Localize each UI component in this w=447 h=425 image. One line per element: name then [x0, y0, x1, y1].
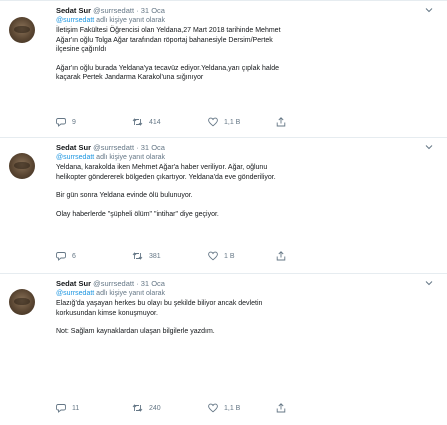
tweet-actions: 11 240 1,1 B	[56, 402, 296, 414]
tweet-actions: 6 381 1 B	[56, 250, 296, 262]
reply-count: 9	[72, 118, 76, 126]
share-button[interactable]	[276, 116, 286, 128]
tweet-text-line: korkusundan kimse konuşmuyor.	[56, 309, 158, 317]
tweet-text-line: Yeldana, karakolda iken Mehmet Ağar'a ha…	[56, 164, 268, 171]
tweet[interactable]: Sedat Sur @surrsedatt · 31 Oca @surrseda…	[0, 0, 447, 138]
reply-button[interactable]: 6	[56, 250, 76, 262]
tweet-content: Sedat Sur @surrsedatt · 31 Oca @surrseda…	[56, 5, 435, 83]
reply-count: 6	[72, 252, 76, 260]
heart-icon	[208, 403, 218, 413]
author-name[interactable]: Sedat Sur	[56, 6, 91, 15]
like-count: 1 B	[224, 252, 235, 260]
tweet-content: Sedat Sur @surrsedatt · 31 Oca @surrseda…	[56, 278, 435, 337]
author-name[interactable]: Sedat Sur	[56, 279, 91, 288]
share-icon	[276, 403, 286, 413]
retweet-icon	[132, 118, 143, 126]
reply-icon	[56, 252, 66, 261]
tweet-text: Yeldana, karakolda iken Mehmet Ağar'a ha…	[56, 163, 435, 219]
like-button[interactable]: 1 B	[208, 250, 235, 262]
tweet-text: Elazığ'da yaşayan herkes bu olayı bu şek…	[56, 299, 435, 337]
tweet[interactable]: Sedat Sur @surrsedatt · 31 Oca @surrseda…	[0, 138, 447, 274]
tweet-text-line: kaçarak Pertek Jandarma Karakol'una sığı…	[56, 74, 204, 81]
like-button[interactable]: 1,1 B	[208, 116, 240, 128]
tweet-text-line: Ağar'ın oğlu Tolga Ağar tarafından röpor…	[56, 36, 273, 44]
retweet-icon	[132, 404, 143, 412]
tweet-header: Sedat Sur @surrsedatt · 31 Oca	[56, 142, 435, 153]
retweet-count: 381	[149, 252, 161, 260]
like-count: 1,1 B	[224, 118, 241, 126]
tweet-text-line: Ağar'ın oğlu burada Yeldana'ya tecavüz e…	[56, 64, 280, 72]
reply-mention-link[interactable]: @surrsedatt	[56, 17, 94, 24]
tweet-header: Sedat Sur @surrsedatt · 31 Oca	[56, 5, 435, 16]
tweet-text-line: Olay haberlerde "şüpheli ölüm" "intihar"…	[56, 210, 219, 218]
tweet-text-line: İletişim Fakültesi Öğrencisi olan Yeldan…	[56, 27, 281, 34]
timeline: Sedat Sur @surrsedatt · 31 Oca @surrseda…	[0, 0, 447, 425]
reply-context: @surrsedatt adlı kişiye yanıt olarak	[56, 289, 435, 299]
like-button[interactable]: 1,1 B	[208, 402, 240, 414]
separator-dot: ·	[136, 6, 139, 15]
tweet-date[interactable]: 31 Oca	[141, 143, 165, 152]
tweet-date[interactable]: 31 Oca	[141, 279, 165, 288]
share-icon	[276, 251, 286, 261]
reply-mention-link[interactable]: @surrsedatt	[56, 154, 94, 161]
author-handle[interactable]: @surrsedatt	[93, 279, 134, 288]
tweet[interactable]: Sedat Sur @surrsedatt · 31 Oca @surrseda…	[0, 274, 447, 425]
reply-context: @surrsedatt adlı kişiye yanıt olarak	[56, 153, 435, 163]
author-handle[interactable]: @surrsedatt	[93, 143, 134, 152]
reply-count: 11	[72, 404, 80, 412]
retweet-button[interactable]: 240	[132, 402, 161, 414]
tweet-text-line: ilçesine çağırıldı	[56, 46, 107, 53]
heart-icon	[208, 251, 218, 261]
separator-dot: ·	[136, 279, 139, 288]
tweet-text-line: Elazığ'da yaşayan herkes bu olayı bu şek…	[56, 300, 263, 307]
reply-button[interactable]: 11	[56, 402, 79, 414]
reply-icon	[56, 118, 66, 127]
tweet-header: Sedat Sur @surrsedatt · 31 Oca	[56, 278, 435, 289]
author-name[interactable]: Sedat Sur	[56, 143, 91, 152]
tweet-text: İletişim Fakültesi Öğrencisi olan Yeldan…	[56, 26, 435, 83]
avatar[interactable]	[9, 153, 35, 179]
reply-context-text: adlı kişiye yanıt olarak	[94, 17, 166, 24]
reply-context: @surrsedatt adlı kişiye yanıt olarak	[56, 16, 435, 26]
retweet-button[interactable]: 381	[132, 250, 161, 262]
retweet-button[interactable]: 414	[132, 116, 161, 128]
retweet-count: 240	[149, 404, 161, 412]
retweet-icon	[132, 252, 143, 260]
like-count: 1,1 B	[224, 404, 241, 412]
reply-mention-link[interactable]: @surrsedatt	[56, 290, 94, 297]
avatar[interactable]	[9, 289, 35, 315]
share-button[interactable]	[276, 250, 286, 262]
reply-context-text: adlı kişiye yanıt olarak	[94, 290, 166, 297]
tweet-date[interactable]: 31 Oca	[141, 6, 165, 15]
tweet-actions: 9 414 1,1 B	[56, 116, 296, 128]
separator-dot: ·	[136, 143, 139, 152]
heart-icon	[208, 117, 218, 127]
retweet-count: 414	[149, 118, 161, 126]
author-handle[interactable]: @surrsedatt	[93, 6, 134, 15]
share-icon	[276, 117, 286, 127]
reply-button[interactable]: 9	[56, 116, 76, 128]
reply-context-text: adlı kişiye yanıt olarak	[94, 154, 166, 161]
avatar[interactable]	[9, 17, 35, 43]
tweet-text-line: Not: Sağlam kaynaklardan ulaşan bilgiler…	[56, 328, 215, 335]
tweet-text-line: helikopter göndererek bölgeden çıkartıyo…	[56, 173, 276, 181]
tweet-text-line: Bir gün sonra Yeldana evinde ölü bulunuy…	[56, 192, 193, 199]
tweet-content: Sedat Sur @surrsedatt · 31 Oca @surrseda…	[56, 142, 435, 219]
reply-icon	[56, 404, 66, 413]
share-button[interactable]	[276, 402, 286, 414]
